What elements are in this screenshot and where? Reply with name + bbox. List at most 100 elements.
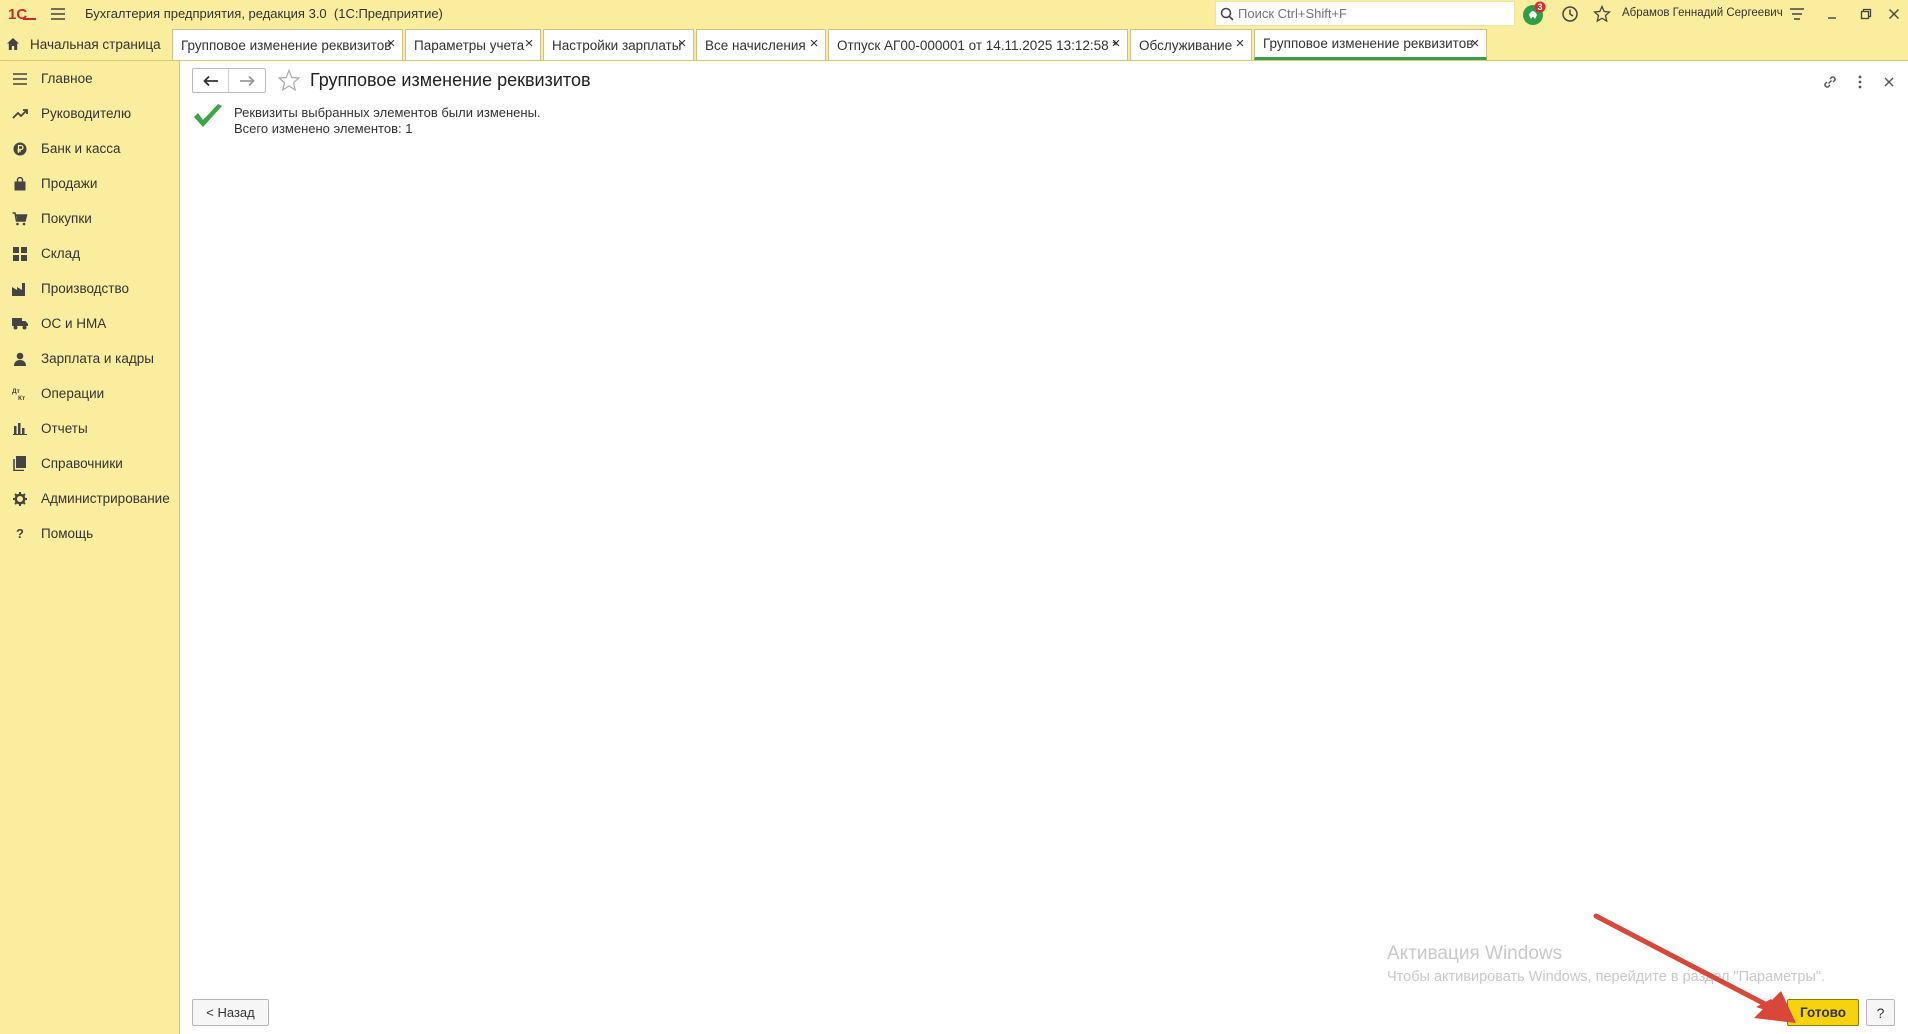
tab-close-icon[interactable]: ×: [1233, 36, 1247, 52]
sidebar-item-directories[interactable]: Справочники: [0, 446, 179, 481]
tab-close-icon[interactable]: ×: [384, 36, 398, 52]
bag-icon: [10, 174, 30, 194]
gear-icon: [10, 489, 30, 509]
tab-maintenance[interactable]: Обслуживание ×: [1130, 29, 1252, 60]
settings-menu-icon[interactable]: [1783, 0, 1811, 27]
home-icon: [6, 37, 20, 51]
tab-group-change-active[interactable]: Групповое изменение реквизитов ×: [1254, 29, 1487, 60]
sidebar-item-label: Справочники: [41, 456, 123, 471]
sidebar-item-operations[interactable]: Дт Кт Операции: [0, 376, 179, 411]
bar-chart-icon: [10, 419, 30, 439]
tab-bar: Начальная страница Групповое изменение р…: [0, 27, 1908, 61]
app-title: Бухгалтерия предприятия, редакция 3.0 (1…: [85, 6, 443, 21]
tab-label: Групповое изменение реквизитов: [181, 37, 392, 53]
tab-salary-settings[interactable]: Настройки зарплаты ×: [543, 29, 694, 60]
success-check-icon: [192, 102, 224, 132]
tab-close-icon[interactable]: ×: [1109, 36, 1123, 52]
sidebar-item-fixed-assets[interactable]: ОС и НМА: [0, 306, 179, 341]
sidebar-item-label: Операции: [41, 386, 105, 401]
search-input[interactable]: [1238, 6, 1498, 21]
sidebar-item-label: Продажи: [41, 176, 98, 191]
person-icon: [10, 349, 30, 369]
close-window-icon[interactable]: [1880, 0, 1908, 27]
menu-icon: [10, 69, 30, 89]
tab-close-icon[interactable]: ×: [1468, 36, 1482, 52]
main-menu-icon[interactable]: [46, 2, 70, 26]
favorites-star-icon[interactable]: [1588, 0, 1616, 27]
red-arrow-annotation-icon: [1593, 913, 1796, 1023]
ruble-icon: [10, 139, 30, 159]
tab-all-accruals[interactable]: Все начисления ×: [696, 29, 826, 60]
forward-arrow-icon[interactable]: [229, 69, 265, 92]
1c-logo-icon[interactable]: 1С: [4, 0, 40, 27]
tab-label: Групповое изменение реквизитов: [1263, 36, 1474, 51]
changed-count-message: Всего изменено элементов: 1: [234, 121, 413, 136]
notifications-count: 3: [1537, 2, 1542, 12]
tab-label: Все начисления: [705, 37, 806, 53]
search-icon[interactable]: [1216, 3, 1238, 25]
back-arrow-icon[interactable]: [193, 69, 229, 92]
dt-kt-icon: Дт Кт: [10, 384, 30, 404]
sidebar-item-sales[interactable]: Продажи: [0, 166, 179, 201]
add-to-favorites-star-icon[interactable]: [276, 68, 302, 94]
restore-icon[interactable]: [1852, 0, 1880, 27]
page-title: Групповое изменение реквизитов: [310, 70, 591, 90]
sidebar-item-purchases[interactable]: Покупки: [0, 201, 179, 236]
tab-vacation-doc[interactable]: Отпуск АГ00-000001 от 14.11.2025 13:12:5…: [828, 29, 1128, 60]
sidebar-item-help[interactable]: ? Помощь: [0, 516, 179, 551]
sidebar-item-label: Помощь: [41, 526, 94, 541]
svg-text:Дт: Дт: [12, 388, 20, 395]
close-form-icon[interactable]: [1878, 71, 1900, 93]
success-message: Реквизиты выбранных элементов были измен…: [234, 105, 541, 120]
tab-close-icon[interactable]: ×: [675, 36, 689, 52]
minimize-icon[interactable]: [1818, 0, 1846, 27]
trend-icon: [10, 104, 30, 124]
sidebar-item-salary[interactable]: Зарплата и кадры: [0, 341, 179, 376]
sidebar-item-label: Администрирование: [41, 491, 170, 506]
main-content: Групповое изменение реквизитов Реквизиты…: [181, 61, 1908, 1034]
tab-group-change-1[interactable]: Групповое изменение реквизитов ×: [172, 29, 403, 60]
question-icon: ?: [16, 526, 24, 541]
search-box[interactable]: [1215, 1, 1515, 26]
warehouse-icon: [10, 244, 30, 264]
sidebar-item-manager[interactable]: Руководителю: [0, 96, 179, 131]
history-icon[interactable]: [1556, 0, 1584, 27]
truck-icon: [10, 314, 30, 334]
tab-home[interactable]: Начальная страница: [0, 27, 170, 61]
link-icon[interactable]: [1819, 71, 1841, 93]
sidebar-item-bank[interactable]: Банк и касса: [0, 131, 179, 166]
sidebar-item-label: Главное: [41, 71, 93, 86]
tab-label: Обслуживание: [1139, 37, 1233, 53]
tab-label: Отпуск АГ00-000001 от 14.11.2025 13:12:5…: [837, 37, 1118, 53]
title-bar: 1С Бухгалтерия предприятия, редакция 3.0…: [0, 0, 1908, 27]
notifications-icon[interactable]: 3: [1520, 0, 1548, 27]
tab-label: Параметры учета: [414, 37, 525, 53]
tab-close-icon[interactable]: ×: [807, 36, 821, 52]
sidebar: Главное Руководителю Банк и касса Продаж…: [0, 61, 180, 1034]
tab-close-icon[interactable]: ×: [522, 36, 536, 52]
tab-accounting-params[interactable]: Параметры учета ×: [405, 29, 541, 60]
tab-home-label: Начальная страница: [30, 36, 161, 52]
tab-label: Настройки зарплаты: [552, 37, 682, 53]
sidebar-item-label: Зарплата и кадры: [41, 351, 154, 366]
sidebar-item-warehouse[interactable]: Склад: [0, 236, 179, 271]
sidebar-item-label: Банк и касса: [41, 141, 121, 156]
sidebar-item-production[interactable]: Производство: [0, 271, 179, 306]
sidebar-item-label: Покупки: [41, 211, 92, 226]
sidebar-item-main[interactable]: Главное: [0, 61, 179, 96]
back-button[interactable]: < Назад: [192, 999, 269, 1026]
svg-text:Кт: Кт: [18, 395, 25, 401]
nav-buttons: [192, 68, 266, 93]
sidebar-item-label: Производство: [41, 281, 130, 296]
books-icon: [10, 454, 30, 474]
cart-icon: [10, 209, 30, 229]
sidebar-item-label: ОС и НМА: [41, 316, 107, 331]
sidebar-item-reports[interactable]: Отчеты: [0, 411, 179, 446]
sidebar-item-label: Склад: [41, 246, 81, 261]
more-actions-icon[interactable]: [1849, 71, 1871, 93]
sidebar-item-label: Руководителю: [41, 106, 132, 121]
user-name[interactable]: Абрамов Геннадий Сергеевич: [1622, 0, 1783, 27]
sidebar-item-administration[interactable]: Администрирование: [0, 481, 179, 516]
help-button[interactable]: ?: [1866, 999, 1895, 1026]
factory-icon: [10, 279, 30, 299]
